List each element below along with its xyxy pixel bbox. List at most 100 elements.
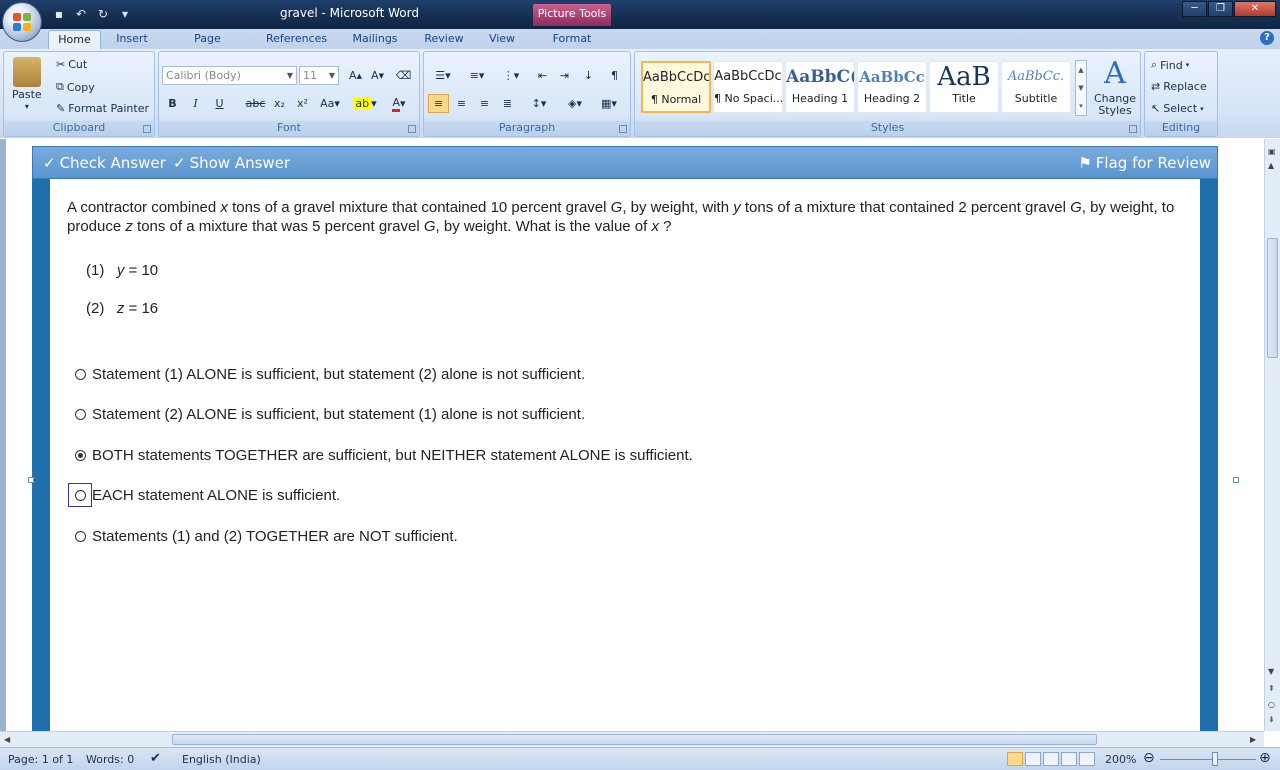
answer-option-d[interactable]: EACH statement ALONE is sufficient. [68, 483, 340, 507]
check-answer-button[interactable]: ✓ Check Answer [43, 154, 166, 172]
highlight-icon[interactable]: ab ▾ [351, 94, 379, 113]
tab-mailings[interactable]: Mailings [342, 30, 408, 49]
multilevel-list-icon[interactable]: ⋮▾ [496, 66, 526, 85]
previous-page-icon[interactable]: ⇞ [1268, 684, 1275, 693]
office-button[interactable] [2, 2, 42, 42]
outline-view-icon[interactable] [1061, 752, 1077, 766]
superscript-icon[interactable]: x² [292, 94, 313, 113]
proofing-icon[interactable]: ✔ [150, 751, 161, 766]
show-formatting-icon[interactable]: ¶ [604, 66, 625, 85]
underline-icon[interactable]: U [209, 94, 230, 113]
web-layout-view-icon[interactable] [1043, 752, 1059, 766]
scroll-down-icon[interactable]: ▼ [1268, 667, 1274, 676]
undo-icon[interactable]: ↶ [72, 5, 90, 23]
styles-launcher-icon[interactable] [1129, 125, 1137, 133]
clear-formatting-icon[interactable]: ⌫ [393, 66, 414, 85]
shrink-font-icon[interactable]: A ▼ [367, 66, 388, 85]
radio-button[interactable] [69, 363, 91, 385]
redo-icon[interactable]: ↻ [94, 5, 112, 23]
justify-icon[interactable]: ≣ [497, 94, 518, 113]
help-icon[interactable]: ? [1260, 31, 1274, 45]
style-normal[interactable]: AaBbCcDc ¶ Normal [641, 61, 711, 113]
increase-indent-icon[interactable]: ⇥ [554, 66, 575, 85]
align-left-icon[interactable]: ≡ [428, 94, 449, 113]
radio-button[interactable] [69, 444, 91, 466]
replace-button[interactable]: ⇄ Replace [1151, 80, 1207, 93]
vertical-scroll-thumb[interactable] [1267, 238, 1278, 358]
vertical-scrollbar[interactable]: ▣ ▲ ▼ ⇞ ○ ⇟ [1264, 139, 1280, 731]
zoom-out-icon[interactable]: ⊖ [1143, 750, 1155, 766]
horizontal-scrollbar[interactable]: ◀ ▶ [0, 731, 1264, 747]
style-heading-1[interactable]: AaBbC(Heading 1 [785, 61, 855, 113]
change-styles-button[interactable]: A Change Styles [1091, 58, 1139, 117]
ruler-toggle-icon[interactable]: ▣ [1268, 147, 1276, 156]
scroll-right-icon[interactable]: ▶ [1250, 735, 1256, 744]
align-center-icon[interactable]: ≡ [451, 94, 472, 113]
select-button[interactable]: ↖ Select ▾ [1151, 102, 1204, 115]
tab-review[interactable]: Review [416, 30, 472, 49]
answer-option-a[interactable]: Statement (1) ALONE is sufficient, but s… [69, 363, 585, 385]
show-answer-button[interactable]: ✓ Show Answer [173, 154, 290, 172]
font-name-combo[interactable]: Calibri (Body) ▼ [162, 66, 297, 85]
strikethrough-icon[interactable]: abc [245, 94, 266, 113]
resize-handle-left[interactable] [28, 477, 34, 483]
subscript-icon[interactable]: x₂ [269, 94, 290, 113]
answer-option-c[interactable]: BOTH statements TOGETHER are sufficient,… [69, 444, 693, 466]
zoom-slider[interactable] [1160, 759, 1256, 760]
decrease-indent-icon[interactable]: ⇤ [532, 66, 553, 85]
save-icon[interactable]: ▪ [50, 5, 68, 23]
style-no-spacing[interactable]: AaBbCcDc ¶ No Spaci... [713, 61, 783, 113]
grow-font-icon[interactable]: A ▲ [345, 66, 366, 85]
style-title[interactable]: AaB Title [929, 61, 999, 113]
font-size-combo[interactable]: 11 ▼ [299, 66, 339, 85]
tab-format[interactable]: Format [543, 30, 601, 49]
answer-option-b[interactable]: Statement (2) ALONE is sufficient, but s… [69, 403, 585, 425]
close-button[interactable]: ✕ [1234, 1, 1276, 17]
paragraph-launcher-icon[interactable] [619, 125, 627, 133]
radio-button[interactable] [69, 525, 91, 547]
draft-view-icon[interactable] [1079, 752, 1095, 766]
scroll-left-icon[interactable]: ◀ [4, 735, 10, 744]
style-heading-2[interactable]: AaBbCc Heading 2 [857, 61, 927, 113]
italic-icon[interactable]: I [185, 94, 206, 113]
styles-scroll[interactable]: ▲ ▼ ▾ [1075, 60, 1087, 116]
cut-button[interactable]: ✂ Cut [56, 58, 87, 71]
find-button[interactable]: ⌕ Find ▾ [1151, 58, 1189, 72]
page-count[interactable]: Page: 1 of 1 [8, 753, 73, 766]
tab-insert[interactable]: Insert [108, 30, 156, 49]
tab-view[interactable]: View [480, 30, 524, 49]
format-painter-button[interactable]: ✎ Format Painter [56, 102, 149, 115]
copy-button[interactable]: ⧉ Copy [56, 80, 95, 94]
radio-button[interactable] [68, 483, 92, 507]
browse-object-icon[interactable]: ○ [1268, 700, 1275, 709]
resize-handle-right[interactable] [1233, 477, 1239, 483]
print-layout-view-icon[interactable] [1007, 752, 1023, 766]
restore-button[interactable]: ❐ [1208, 1, 1233, 17]
sort-icon[interactable]: ↓ [578, 66, 599, 85]
full-screen-reading-view-icon[interactable] [1025, 752, 1041, 766]
zoom-level[interactable]: 200% [1105, 753, 1136, 766]
tab-references[interactable]: References [258, 30, 334, 49]
bullets-icon[interactable]: ☰▾ [428, 66, 458, 85]
minimize-button[interactable]: ─ [1182, 1, 1207, 17]
radio-button[interactable] [69, 403, 91, 425]
shading-icon[interactable]: ◈▾ [560, 94, 590, 113]
borders-icon[interactable]: ▦▾ [594, 94, 624, 113]
language[interactable]: English (India) [182, 753, 261, 766]
next-page-icon[interactable]: ⇟ [1268, 715, 1275, 724]
horizontal-scroll-thumb[interactable] [172, 734, 1097, 745]
font-launcher-icon[interactable] [408, 125, 416, 133]
style-subtitle[interactable]: AaBbCc. Subtitle [1001, 61, 1071, 113]
scroll-up-icon[interactable]: ▲ [1268, 161, 1274, 170]
customize-icon[interactable]: ▾ [116, 5, 134, 23]
line-spacing-icon[interactable]: ↕▾ [524, 94, 554, 113]
align-right-icon[interactable]: ≡ [474, 94, 495, 113]
paste-button[interactable]: Paste ▾ [12, 57, 42, 111]
word-count[interactable]: Words: 0 [86, 753, 134, 766]
numbering-icon[interactable]: ≡▾ [462, 66, 492, 85]
change-case-icon[interactable]: Aa▾ [317, 94, 343, 113]
bold-icon[interactable]: B [162, 94, 183, 113]
font-color-icon[interactable]: A ▾ [385, 94, 413, 113]
tab-page-layout[interactable]: Page Layout [166, 30, 249, 62]
zoom-slider-thumb[interactable] [1212, 752, 1218, 766]
